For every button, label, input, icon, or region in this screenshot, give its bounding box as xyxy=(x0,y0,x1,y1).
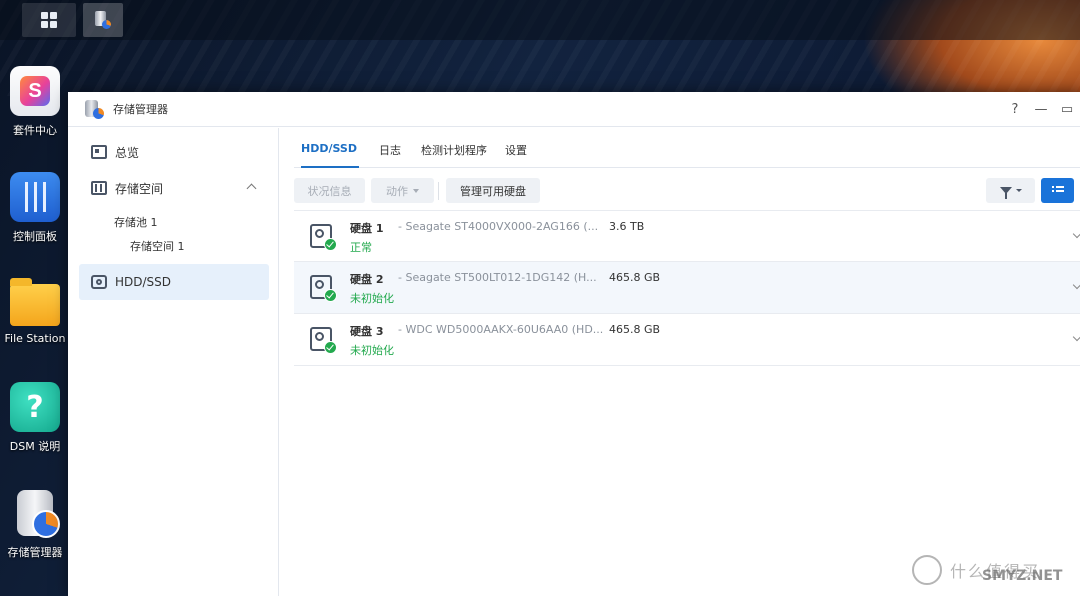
caret-down-icon xyxy=(413,188,419,193)
active-tab-indicator xyxy=(301,166,359,168)
watermark-sub: SMYZ.NET xyxy=(982,568,1063,584)
taskbar xyxy=(0,0,1080,40)
tab-test-scheduler[interactable]: 检测计划程序 xyxy=(421,142,487,158)
tab-settings[interactable]: 设置 xyxy=(505,142,527,158)
storage-manager-icon xyxy=(10,488,60,538)
caret-down-icon xyxy=(1015,189,1022,192)
taskbar-storage-manager-button[interactable] xyxy=(83,3,123,37)
list-view-button[interactable] xyxy=(1041,178,1074,203)
toolbar-divider xyxy=(438,182,439,200)
status-info-button[interactable]: 状况信息 xyxy=(294,178,365,203)
chevron-down-icon[interactable] xyxy=(1072,280,1080,290)
check-circle-icon xyxy=(324,289,337,302)
desktop-icon-package-center[interactable]: S 套件中心 xyxy=(0,66,70,138)
disk-list: 硬盘 1 - Seagate ST4000VX000-2AG166 (... 3… xyxy=(294,210,1080,366)
disk-size: 3.6 TB xyxy=(609,220,645,233)
disk-model: - WDC WD5000AAKX-60U6AA0 (HD... xyxy=(398,323,604,336)
filter-icon xyxy=(999,187,1012,199)
disk-status: 未初始化 xyxy=(350,292,394,305)
manage-available-label: 管理可用硬盘 xyxy=(460,184,526,198)
desktop-icon-dsm-help[interactable]: ? DSM 说明 xyxy=(0,382,70,454)
desktop-icon-storage-manager[interactable]: 存储管理器 xyxy=(0,488,70,560)
main-menu-button[interactable] xyxy=(22,3,76,37)
storage-manager-icon xyxy=(95,11,111,29)
folder-icon xyxy=(10,276,60,326)
action-label: 动作 xyxy=(386,184,408,198)
check-circle-icon xyxy=(324,238,337,251)
disk-row-1[interactable]: 硬盘 1 - Seagate ST4000VX000-2AG166 (... 3… xyxy=(294,210,1080,262)
disk-status: 正常 xyxy=(350,241,372,254)
desktop-icon-control-panel[interactable]: 控制面板 xyxy=(0,172,70,244)
disk-name: 硬盘 1 xyxy=(350,222,384,235)
disk-model: - Seagate ST500LT012-1DG142 (H... xyxy=(398,271,597,284)
control-panel-icon xyxy=(10,172,60,222)
disk-size: 465.8 GB xyxy=(609,271,661,284)
disk-status: 未初始化 xyxy=(350,344,394,357)
disk-size: 465.8 GB xyxy=(609,323,661,336)
main-panel: HDD/SSD 日志 检测计划程序 设置 状况信息 动作 管理可用硬盘 硬盘 1… xyxy=(68,92,1080,596)
watermark-logo-icon xyxy=(912,555,942,585)
desktop-icon-label: 控制面板 xyxy=(13,230,57,243)
desktop-icon-label: 存储管理器 xyxy=(7,546,63,559)
package-center-icon: S xyxy=(10,66,60,116)
tab-logs[interactable]: 日志 xyxy=(379,142,401,158)
filter-button[interactable] xyxy=(986,178,1035,203)
desktop-icon-label: 套件中心 xyxy=(13,124,57,137)
check-circle-icon xyxy=(324,341,337,354)
tab-bar: HDD/SSD 日志 检测计划程序 设置 xyxy=(294,128,1080,168)
list-view-icon xyxy=(1051,186,1064,195)
tab-hdd-ssd[interactable]: HDD/SSD xyxy=(301,142,357,155)
disk-row-2[interactable]: 硬盘 2 - Seagate ST500LT012-1DG142 (H... 4… xyxy=(294,262,1080,314)
desktop-icon-file-station[interactable]: File Station xyxy=(0,276,70,345)
disk-name: 硬盘 2 xyxy=(350,273,384,286)
chevron-down-icon[interactable] xyxy=(1072,229,1080,239)
manage-available-drives-button[interactable]: 管理可用硬盘 xyxy=(446,178,540,203)
disk-model: - Seagate ST4000VX000-2AG166 (... xyxy=(398,220,599,233)
action-dropdown-button[interactable]: 动作 xyxy=(371,178,434,203)
desktop-icon-label: File Station xyxy=(4,332,66,345)
status-info-label: 状况信息 xyxy=(307,184,352,198)
main-menu-icon xyxy=(41,12,57,28)
chevron-down-icon[interactable] xyxy=(1072,332,1080,342)
disk-row-3[interactable]: 硬盘 3 - WDC WD5000AAKX-60U6AA0 (HD... 465… xyxy=(294,314,1080,366)
disk-name: 硬盘 3 xyxy=(350,325,384,338)
desktop-icon-label: DSM 说明 xyxy=(9,440,61,453)
help-icon: ? xyxy=(10,382,60,432)
